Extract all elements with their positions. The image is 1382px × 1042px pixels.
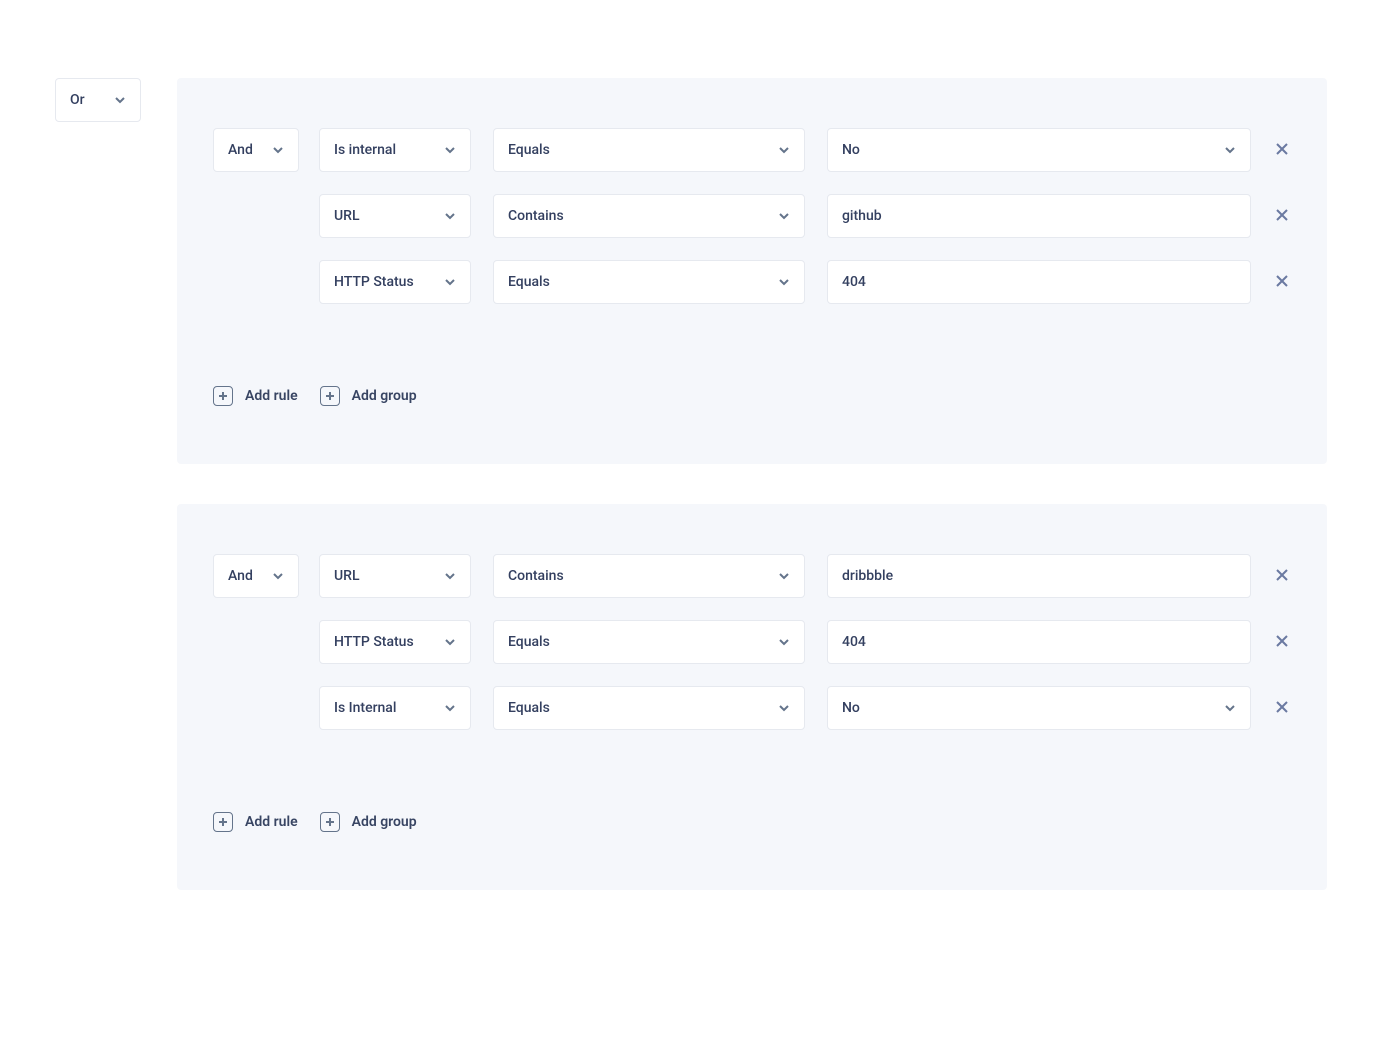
rule-field-select[interactable]: Is Internal: [319, 686, 471, 730]
outer-operator-label: Or: [70, 92, 85, 108]
chevron-down-icon: [444, 636, 456, 648]
chevron-down-icon: [778, 636, 790, 648]
rule-group: And Is internal Equals: [177, 78, 1327, 464]
rule-field-label: HTTP Status: [334, 634, 414, 650]
add-group-label: Add group: [352, 814, 417, 830]
rule-group: And URL Contains: [177, 504, 1327, 890]
chevron-down-icon: [1224, 702, 1236, 714]
close-icon: [1275, 567, 1289, 586]
remove-rule-button[interactable]: [1273, 633, 1291, 651]
close-icon: [1275, 207, 1289, 226]
close-icon: [1275, 141, 1289, 160]
close-icon: [1275, 633, 1289, 652]
rule-field-label: HTTP Status: [334, 274, 414, 290]
rule-field-label: URL: [334, 208, 360, 224]
plus-icon: [320, 386, 340, 406]
rule-operator-label: Equals: [508, 142, 550, 158]
add-rule-button[interactable]: Add rule: [213, 812, 298, 832]
rule-value-select[interactable]: No: [827, 128, 1251, 172]
chevron-down-icon: [1224, 144, 1236, 156]
rule-field-label: Is internal: [334, 142, 396, 158]
add-rule-label: Add rule: [245, 814, 298, 830]
close-icon: [1275, 699, 1289, 718]
rule-operator-label: Equals: [508, 634, 550, 650]
rule-operator-select[interactable]: Equals: [493, 620, 805, 664]
rule-value-input[interactable]: github: [827, 194, 1251, 238]
rule-value-label: No: [842, 142, 860, 158]
chevron-down-icon: [778, 570, 790, 582]
rule-field-select[interactable]: HTTP Status: [319, 620, 471, 664]
rule-operator-label: Contains: [508, 568, 564, 584]
close-icon: [1275, 273, 1289, 292]
rule-operator-label: Equals: [508, 274, 550, 290]
rule-operator-select[interactable]: Equals: [493, 686, 805, 730]
rule-field-select[interactable]: URL: [319, 194, 471, 238]
rule-value-label: 404: [842, 634, 866, 650]
chevron-down-icon: [778, 276, 790, 288]
add-group-button[interactable]: Add group: [320, 812, 417, 832]
rule-operator-label: Contains: [508, 208, 564, 224]
rule-value-label: dribbble: [842, 568, 893, 584]
rule-field-label: URL: [334, 568, 360, 584]
chevron-down-icon: [444, 144, 456, 156]
rule-value-input[interactable]: 404: [827, 260, 1251, 304]
rule-operator-select[interactable]: Contains: [493, 194, 805, 238]
plus-icon: [213, 386, 233, 406]
remove-rule-button[interactable]: [1273, 141, 1291, 159]
rule-value-input[interactable]: dribbble: [827, 554, 1251, 598]
rule-field-select[interactable]: HTTP Status: [319, 260, 471, 304]
group-operator-select[interactable]: And: [213, 554, 299, 598]
rule-value-label: No: [842, 700, 860, 716]
rule-operator-select[interactable]: Equals: [493, 260, 805, 304]
remove-rule-button[interactable]: [1273, 207, 1291, 225]
chevron-down-icon: [114, 94, 126, 106]
chevron-down-icon: [444, 570, 456, 582]
add-group-label: Add group: [352, 388, 417, 404]
rule-value-label: github: [842, 208, 882, 224]
rule-row: Is Internal Equals No: [319, 686, 1291, 730]
add-rule-button[interactable]: Add rule: [213, 386, 298, 406]
rule-row: URL Contains dribbble: [319, 554, 1291, 598]
chevron-down-icon: [778, 702, 790, 714]
plus-icon: [213, 812, 233, 832]
rule-operator-select[interactable]: Contains: [493, 554, 805, 598]
rule-value-select[interactable]: No: [827, 686, 1251, 730]
chevron-down-icon: [778, 144, 790, 156]
chevron-down-icon: [444, 276, 456, 288]
rule-row: Is internal Equals No: [319, 128, 1291, 172]
add-group-button[interactable]: Add group: [320, 386, 417, 406]
rule-operator-label: Equals: [508, 700, 550, 716]
group-operator-label: And: [228, 568, 253, 584]
remove-rule-button[interactable]: [1273, 273, 1291, 291]
rule-field-select[interactable]: Is internal: [319, 128, 471, 172]
rule-row: URL Contains github: [319, 194, 1291, 238]
add-rule-label: Add rule: [245, 388, 298, 404]
remove-rule-button[interactable]: [1273, 567, 1291, 585]
outer-operator-select[interactable]: Or: [55, 78, 141, 122]
chevron-down-icon: [444, 702, 456, 714]
group-operator-label: And: [228, 142, 253, 158]
rule-field-label: Is Internal: [334, 700, 396, 716]
rule-row: HTTP Status Equals 404: [319, 260, 1291, 304]
group-operator-select[interactable]: And: [213, 128, 299, 172]
rule-value-label: 404: [842, 274, 866, 290]
rule-row: HTTP Status Equals 404: [319, 620, 1291, 664]
chevron-down-icon: [272, 144, 284, 156]
rule-value-input[interactable]: 404: [827, 620, 1251, 664]
remove-rule-button[interactable]: [1273, 699, 1291, 717]
chevron-down-icon: [444, 210, 456, 222]
chevron-down-icon: [272, 570, 284, 582]
rule-operator-select[interactable]: Equals: [493, 128, 805, 172]
plus-icon: [320, 812, 340, 832]
rule-field-select[interactable]: URL: [319, 554, 471, 598]
chevron-down-icon: [778, 210, 790, 222]
